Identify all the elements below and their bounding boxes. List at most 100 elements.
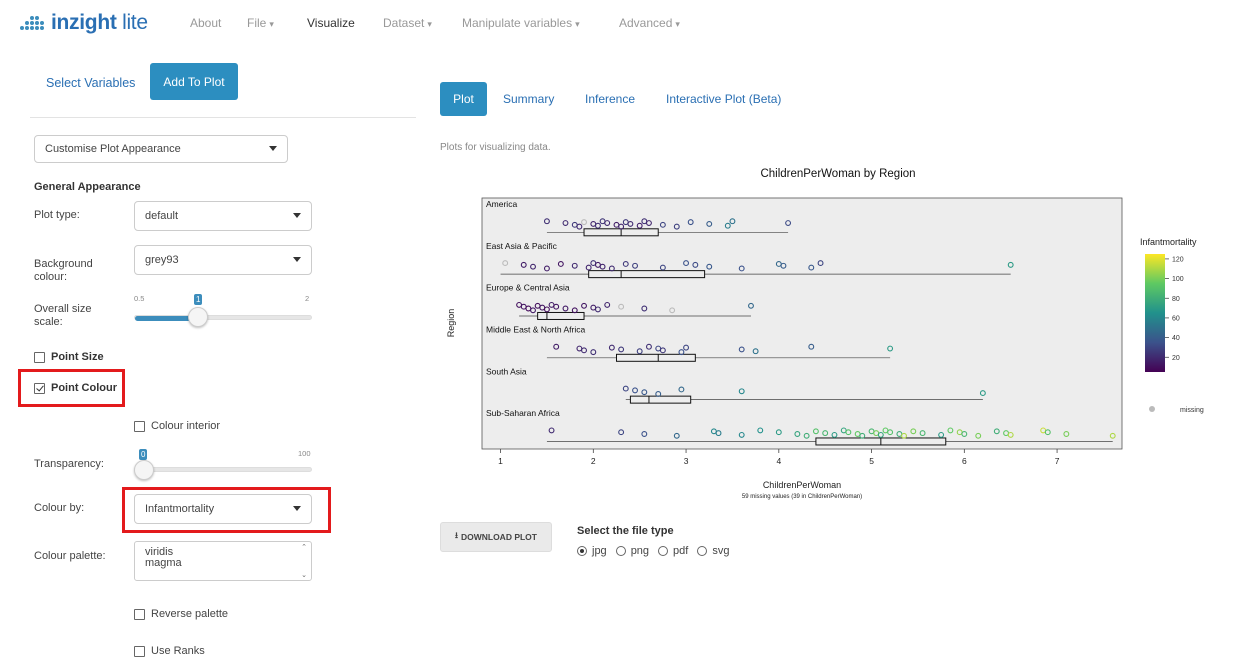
file-type-radio-group: jpg png pdf svg bbox=[577, 545, 729, 557]
colour-interior-checkbox[interactable]: Colour interior bbox=[134, 420, 220, 433]
point-colour-checkbox-box[interactable] bbox=[34, 382, 45, 394]
transparency-track[interactable] bbox=[134, 467, 312, 472]
chevron-down-icon: ▾ bbox=[269, 19, 274, 29]
x-tick-label: 3 bbox=[684, 456, 689, 466]
chevron-down-icon: ▾ bbox=[675, 19, 680, 29]
size-scale-value: 1 bbox=[194, 294, 203, 305]
use-ranks-label: Use Ranks bbox=[151, 645, 205, 657]
scroll-up-icon[interactable]: ⌃ bbox=[301, 543, 307, 551]
dot-plot-chart: ChildrenPerWoman by Region America East A… bbox=[446, 168, 1204, 500]
point-size-checkbox[interactable]: Point Size bbox=[34, 351, 104, 363]
customise-plot-select-value: Customise Plot Appearance bbox=[45, 143, 181, 155]
radio-pdf-label: pdf bbox=[673, 545, 689, 557]
region-label: East Asia & Pacific bbox=[486, 241, 558, 251]
tab-plot[interactable]: Plot bbox=[440, 82, 487, 116]
size-scale-handle[interactable] bbox=[188, 307, 208, 327]
plot-type-select[interactable]: default bbox=[134, 201, 312, 231]
dropdown-caret-icon bbox=[293, 213, 301, 218]
download-plot-button[interactable]: ⭳ DOWNLOAD PLOT bbox=[440, 522, 552, 552]
point-size-checkbox-box[interactable] bbox=[34, 351, 45, 363]
legend-tick-label: 120 bbox=[1172, 256, 1184, 263]
download-plot-label: DOWNLOAD PLOT bbox=[460, 532, 537, 542]
radio-svg[interactable] bbox=[697, 546, 708, 556]
radio-svg-label: svg bbox=[712, 545, 730, 557]
dropdown-caret-icon bbox=[293, 257, 301, 262]
divider bbox=[30, 117, 416, 118]
region-label: Sub-Saharan Africa bbox=[486, 408, 560, 418]
colour-by-select[interactable]: Infantmortality bbox=[134, 494, 312, 524]
legend-missing-label: missing bbox=[1180, 407, 1204, 414]
reverse-palette-label: Reverse palette bbox=[151, 608, 229, 620]
customise-plot-select[interactable]: Customise Plot Appearance bbox=[34, 135, 288, 163]
nav-about-label: About bbox=[190, 16, 222, 30]
dropdown-caret-icon bbox=[269, 146, 277, 151]
use-ranks-checkbox-box[interactable] bbox=[134, 646, 145, 657]
dropdown-caret-icon bbox=[293, 506, 301, 511]
legend-missing-dot bbox=[1149, 406, 1155, 412]
size-scale-fill bbox=[135, 316, 194, 321]
nav-dataset[interactable]: Dataset ▾ bbox=[383, 16, 432, 30]
legend-tick-label: 60 bbox=[1172, 315, 1180, 322]
size-scale-max: 2 bbox=[305, 294, 310, 303]
x-tick-label: 5 bbox=[869, 456, 874, 466]
plot-type-value: default bbox=[145, 210, 179, 222]
region-label: South Asia bbox=[486, 366, 527, 376]
colour-by-value: Infantmortality bbox=[145, 503, 215, 515]
plot-area bbox=[481, 197, 1123, 450]
radio-png[interactable] bbox=[615, 546, 626, 556]
transparency-handle[interactable] bbox=[134, 460, 154, 480]
nav-file-label: File bbox=[247, 16, 267, 30]
nav-file[interactable]: File ▾ bbox=[247, 16, 274, 30]
reverse-palette-checkbox-box[interactable] bbox=[134, 609, 145, 620]
x-axis-label: ChildrenPerWoman bbox=[763, 480, 841, 490]
logo-dots-icon bbox=[18, 12, 48, 34]
reverse-palette-checkbox[interactable]: Reverse palette bbox=[134, 608, 228, 621]
tab-inference[interactable]: Inference bbox=[585, 92, 635, 106]
radio-jpg-label: jpg bbox=[592, 545, 607, 557]
y-axis-label: Region bbox=[446, 309, 456, 338]
colour-interior-checkbox-box[interactable] bbox=[134, 421, 145, 432]
x-tick-label: 1 bbox=[498, 456, 503, 466]
tab-add-to-plot[interactable]: Add To Plot bbox=[150, 63, 238, 100]
region-label: Europe & Central Asia bbox=[486, 283, 570, 293]
legend-tick-label: 100 bbox=[1172, 276, 1184, 283]
radio-pdf[interactable] bbox=[658, 546, 669, 556]
radio-jpg[interactable] bbox=[577, 546, 587, 556]
tab-interactive-plot[interactable]: Interactive Plot (Beta) bbox=[666, 92, 781, 106]
region-label: America bbox=[486, 199, 517, 209]
download-icon: ⭳ bbox=[454, 530, 458, 540]
background-colour-select[interactable]: grey93 bbox=[134, 245, 312, 275]
nav-about[interactable]: About bbox=[190, 16, 221, 30]
nav-manipulate-variables[interactable]: Manipulate variables ▾ bbox=[462, 16, 580, 30]
chevron-down-icon: ▾ bbox=[575, 19, 580, 29]
point-colour-checkbox[interactable]: Point Colour bbox=[34, 382, 117, 394]
inzight-logo[interactable]: inzight lite bbox=[18, 10, 148, 36]
colour-palette-listbox[interactable]: viridis magma ⌃ ⌄ bbox=[134, 541, 312, 581]
tab-summary[interactable]: Summary bbox=[503, 92, 554, 106]
size-scale-track[interactable] bbox=[134, 315, 312, 321]
nav-visualize[interactable]: Visualize bbox=[307, 16, 355, 30]
nav-advanced[interactable]: Advanced ▾ bbox=[619, 16, 680, 30]
legend-title: Infantmortality bbox=[1140, 237, 1197, 247]
transparency-max: 100 bbox=[298, 449, 311, 458]
logo-suffix: lite bbox=[116, 11, 148, 34]
transparency-value: 0 bbox=[139, 449, 148, 460]
use-ranks-checkbox[interactable]: Use Ranks bbox=[134, 645, 205, 658]
file-type-label: Select the file type bbox=[577, 525, 674, 537]
palette-options: viridis magma bbox=[135, 542, 311, 569]
background-colour-label: Background colour: bbox=[34, 258, 93, 283]
background-colour-value: grey93 bbox=[145, 254, 179, 266]
size-scale-label: Overall size scale: bbox=[34, 303, 92, 328]
palette-option[interactable]: magma bbox=[145, 558, 311, 569]
nav-advanced-label: Advanced bbox=[619, 16, 673, 30]
scroll-down-icon[interactable]: ⌄ bbox=[301, 571, 307, 579]
tab-select-variables[interactable]: Select Variables bbox=[46, 76, 135, 90]
chevron-down-icon: ▾ bbox=[427, 19, 432, 29]
colour-by-label: Colour by: bbox=[34, 502, 85, 514]
point-size-label: Point Size bbox=[51, 351, 104, 363]
size-scale-min: 0.5 bbox=[134, 294, 145, 303]
radio-png-label: png bbox=[630, 545, 650, 557]
transparency-label: Transparency: bbox=[34, 458, 104, 470]
region-label: Middle East & North Africa bbox=[486, 325, 585, 335]
logo-text: inzight lite bbox=[51, 11, 148, 35]
